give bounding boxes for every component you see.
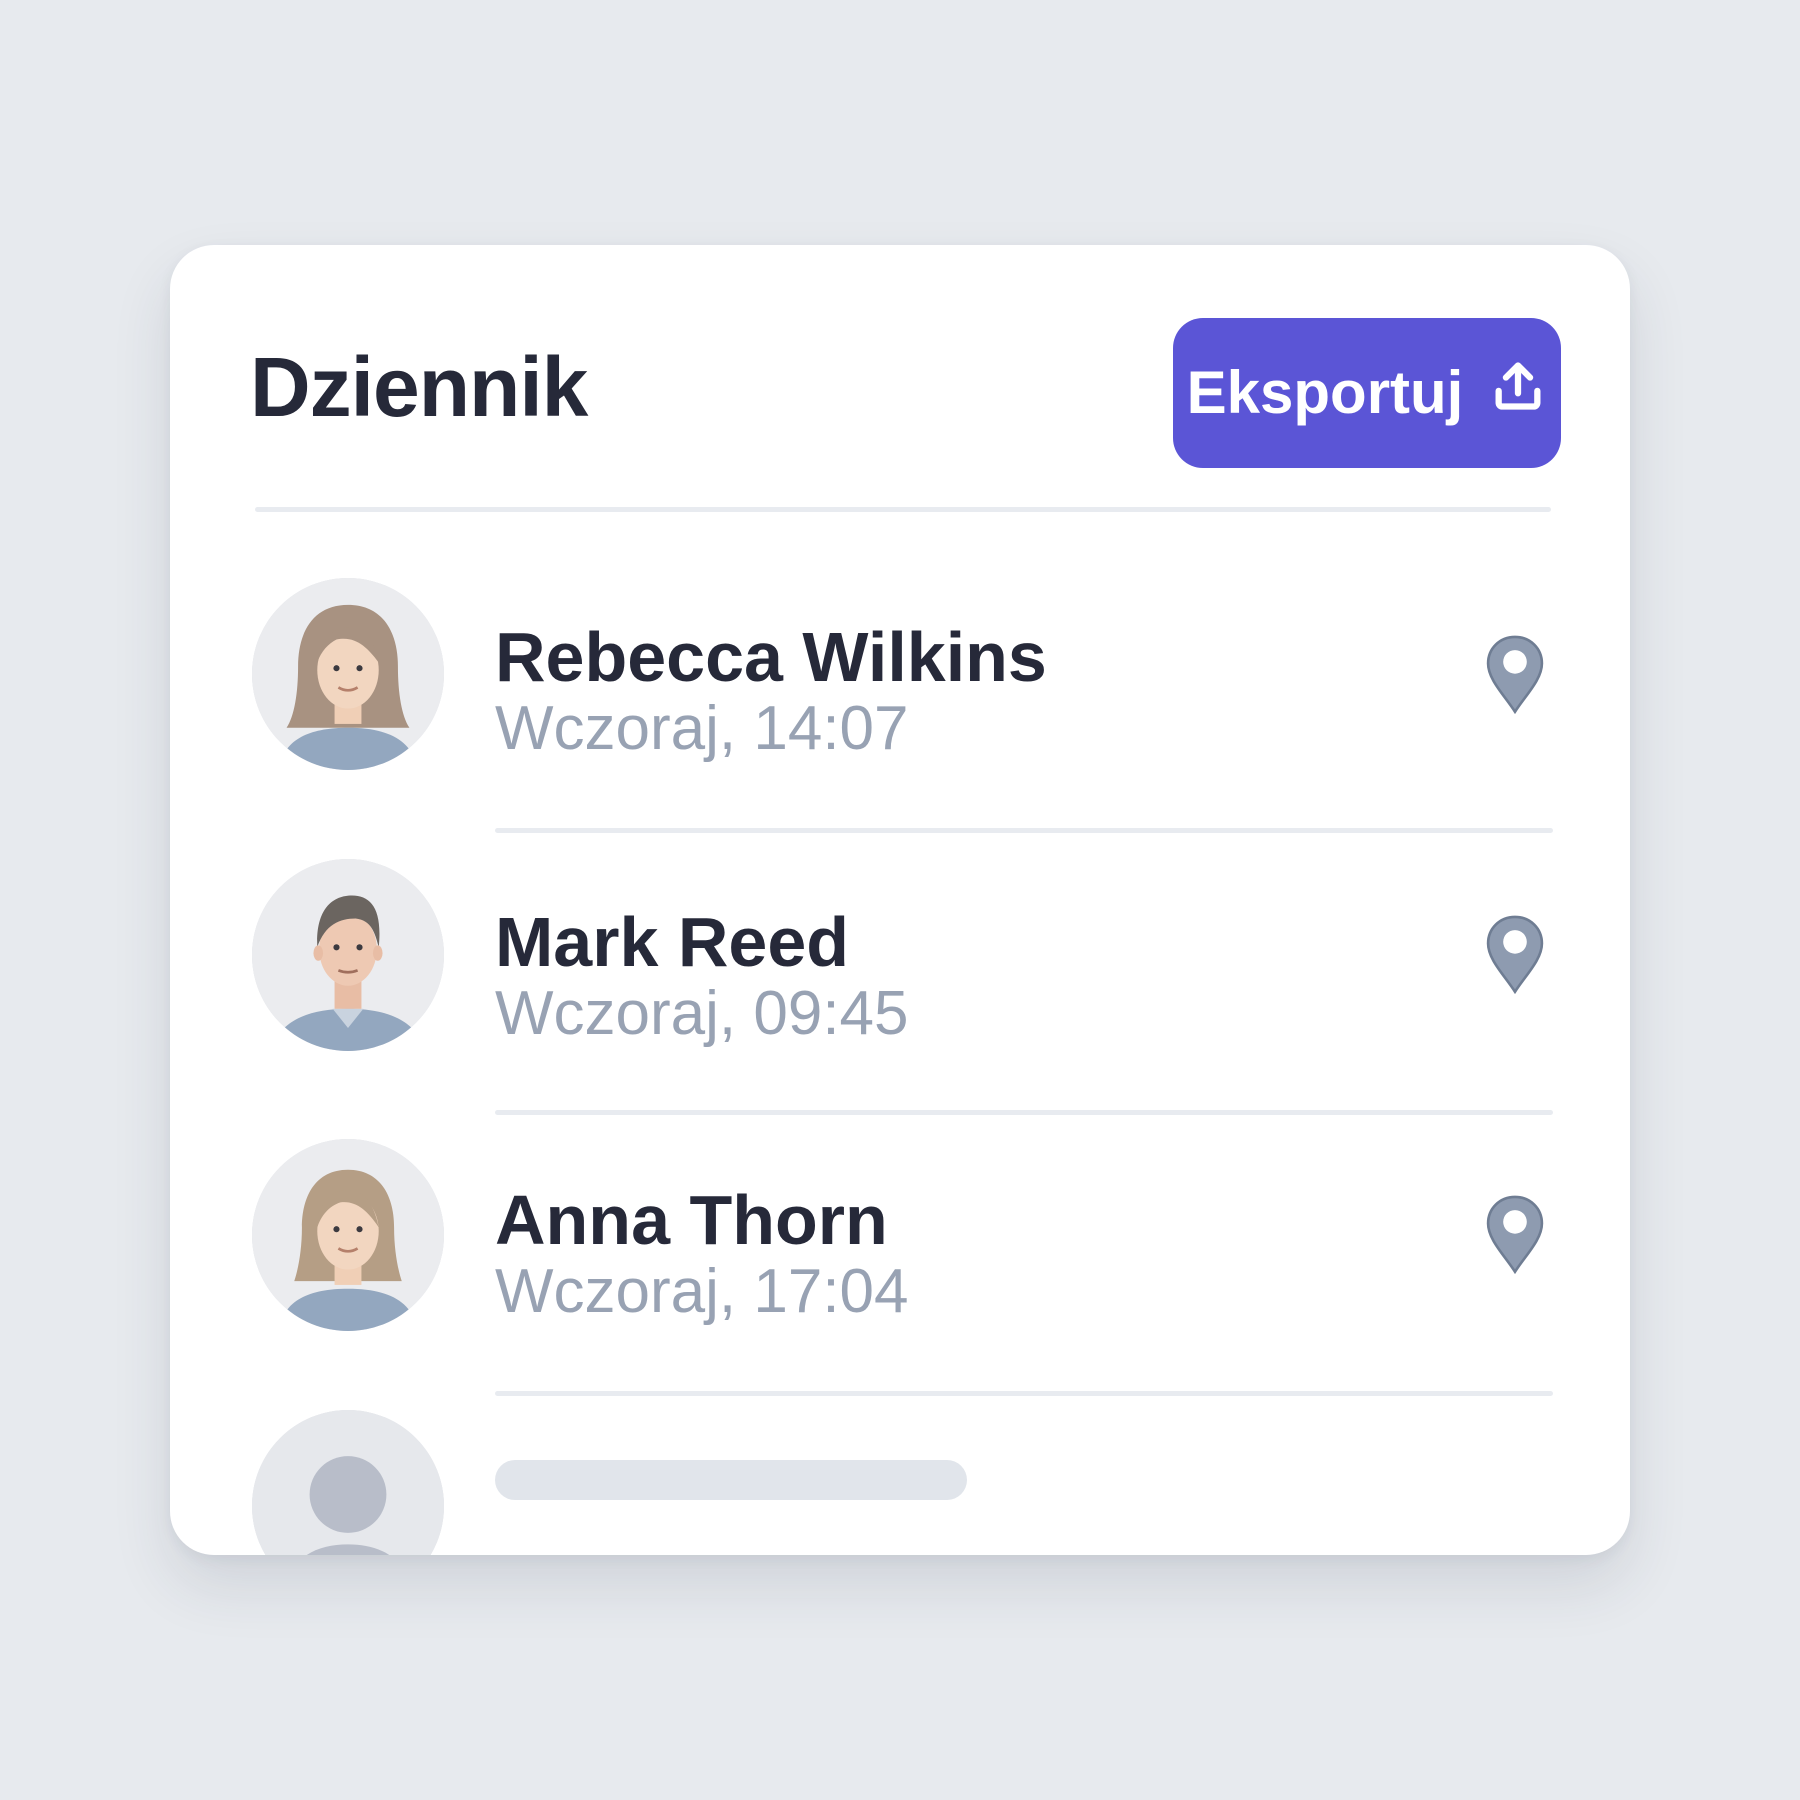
location-pin-icon[interactable] (1482, 913, 1548, 997)
avatar (252, 1139, 444, 1331)
list-item[interactable]: Anna Thorn Wczoraj, 17:04 (170, 1115, 1630, 1397)
journal-card: Dziennik Eksportuj Rebecca Wilkins Wczor… (170, 245, 1630, 1555)
list-item[interactable]: Rebecca Wilkins Wczoraj, 14:07 (170, 555, 1630, 837)
row-divider (495, 1391, 1553, 1396)
export-button[interactable]: Eksportuj (1173, 318, 1561, 468)
export-button-label: Eksportuj (1186, 359, 1464, 426)
loading-placeholder-bar (495, 1460, 967, 1500)
entry-time: Wczoraj, 14:07 (495, 694, 909, 763)
entry-name: Anna Thorn (495, 1181, 888, 1259)
placeholder-avatar (252, 1410, 444, 1555)
location-pin-icon[interactable] (1482, 1193, 1548, 1277)
avatar (252, 859, 444, 1051)
list-item[interactable]: Mark Reed Wczoraj, 09:45 (170, 835, 1630, 1117)
avatar (252, 578, 444, 770)
entry-time: Wczoraj, 17:04 (495, 1257, 909, 1326)
header-divider (255, 507, 1551, 512)
location-pin-icon[interactable] (1482, 633, 1548, 717)
page-title: Dziennik (250, 340, 588, 434)
row-divider (495, 828, 1553, 833)
upload-icon (1489, 357, 1547, 429)
entry-time: Wczoraj, 09:45 (495, 979, 909, 1048)
entry-name: Rebecca Wilkins (495, 618, 1047, 696)
entry-name: Mark Reed (495, 903, 850, 981)
